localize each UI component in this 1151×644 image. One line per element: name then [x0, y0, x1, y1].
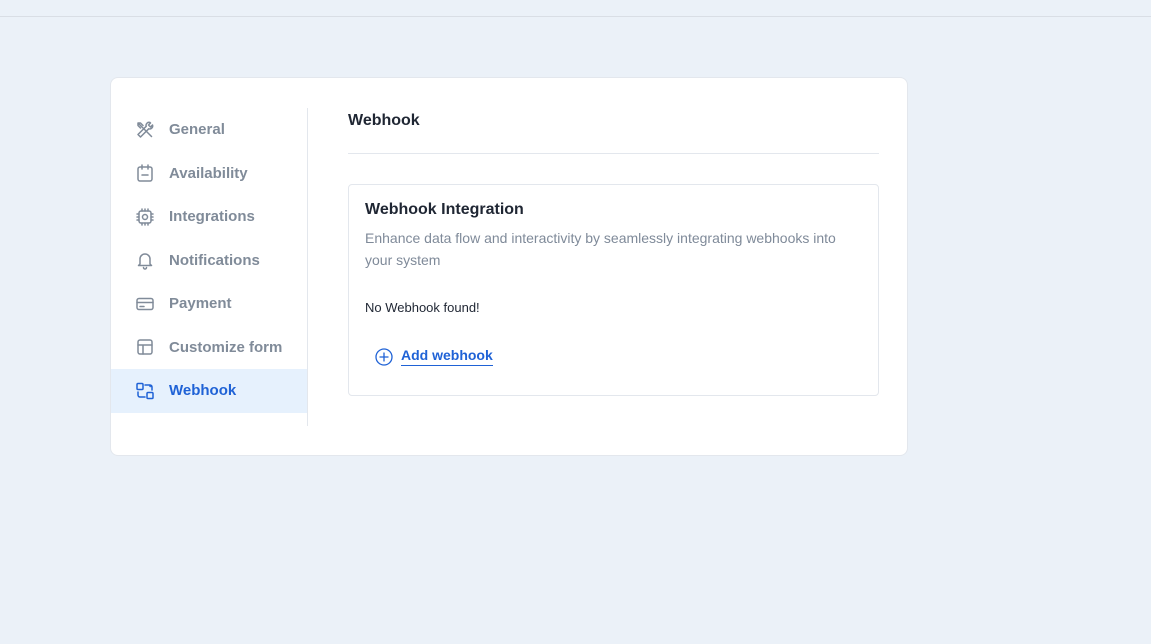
webhook-integration-panel: Webhook Integration Enhance data flow an…	[348, 184, 879, 396]
add-webhook-button[interactable]: Add webhook	[375, 347, 493, 366]
plus-circle-icon	[375, 347, 393, 366]
sidebar-item-notifications[interactable]: Notifications	[111, 239, 307, 283]
sidebar-item-label: Payment	[169, 295, 232, 313]
top-bar	[0, 0, 1151, 17]
panel-description: Enhance data flow and interactivity by s…	[365, 230, 836, 268]
layout-icon	[135, 337, 155, 357]
settings-card: General Availability Integrations Notifi…	[110, 77, 908, 456]
calendar-icon	[135, 163, 155, 183]
bell-icon	[135, 250, 155, 270]
sidebar-item-label: General	[169, 121, 225, 139]
empty-state-message: No Webhook found!	[365, 300, 480, 315]
panel-title: Webhook Integration	[365, 201, 524, 218]
sidebar-item-general[interactable]: General	[111, 108, 307, 152]
sidebar-item-availability[interactable]: Availability	[111, 152, 307, 196]
chip-icon	[135, 207, 155, 227]
sidebar-item-label: Integrations	[169, 208, 255, 226]
sidebar-item-customize-form[interactable]: Customize form	[111, 326, 307, 370]
sidebar-item-integrations[interactable]: Integrations	[111, 195, 307, 239]
sidebar-item-webhook[interactable]: Webhook	[111, 369, 307, 413]
sidebar-item-label: Customize form	[169, 338, 283, 356]
credit-card-icon	[135, 294, 155, 314]
title-divider	[348, 153, 879, 154]
sidebar-item-label: Availability	[169, 164, 248, 182]
settings-sidebar: General Availability Integrations Notifi…	[111, 108, 308, 426]
page-title: Webhook	[348, 112, 420, 129]
sidebar-item-payment[interactable]: Payment	[111, 282, 307, 326]
webhook-settings: Webhook Webhook Integration Enhance data…	[348, 108, 879, 396]
tools-icon	[135, 120, 155, 140]
sidebar-item-label: Webhook	[169, 382, 237, 400]
sidebar-item-label: Notifications	[169, 251, 260, 269]
add-webhook-label: Add webhook	[401, 347, 493, 366]
webhook-icon	[135, 381, 155, 401]
